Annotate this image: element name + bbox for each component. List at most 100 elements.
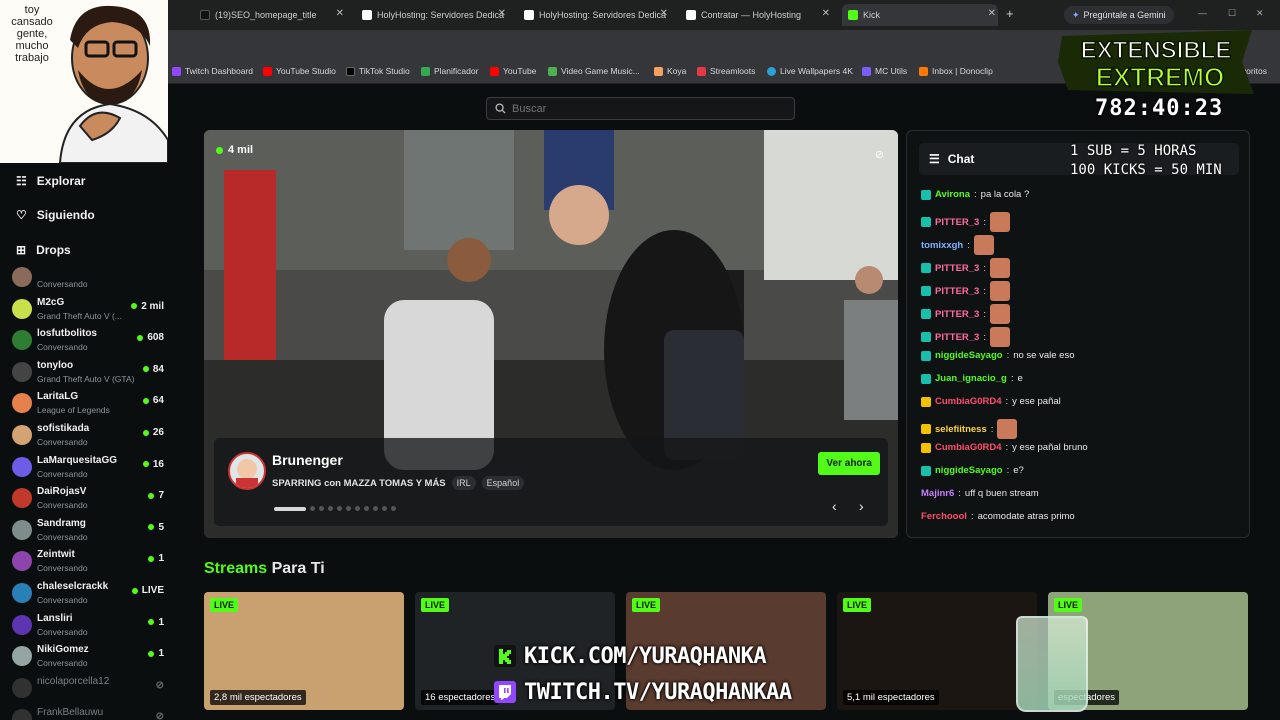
chat-username[interactable]: PITTER_3 (935, 263, 979, 274)
browser-tab-holyhosting-1[interactable]: HolyHosting: Servidores Dedica ✕ (356, 4, 508, 26)
browser-tab-seo[interactable]: (19)SEO_homepage_title ✕ (194, 4, 346, 26)
minimize-icon[interactable]: — (1198, 8, 1207, 18)
bookmark-koya[interactable]: Koya (654, 66, 686, 76)
bookmark-tiktok-studio[interactable]: TikTok Studio (346, 66, 410, 76)
chat-username[interactable]: PITTER_3 (935, 286, 979, 297)
channel-category: Conversando (37, 658, 88, 669)
chat-username[interactable]: Ferchoool (921, 511, 967, 522)
bookmark-label: TikTok Studio (359, 66, 410, 76)
new-tab-button[interactable]: + (1006, 6, 1014, 21)
following-item[interactable]: NikiGomez Conversando 1 (10, 641, 166, 671)
chat-username[interactable]: Majinr6 (921, 488, 954, 499)
chat-username[interactable]: niggideSayago (935, 465, 1003, 476)
carousel-dot[interactable] (391, 506, 396, 511)
gemini-button[interactable]: ✦ Pregúntale a Gemini (1064, 6, 1174, 24)
bookmark-mc-utils[interactable]: MC Utils (862, 66, 907, 76)
chevron-left-icon[interactable]: ‹ (832, 498, 837, 514)
following-item[interactable]: tonyloo Grand Theft Auto V (GTA) 84 (10, 357, 166, 387)
collapse-icon[interactable]: ☰ (929, 152, 940, 166)
chat-username[interactable]: CumbiaG0RD4 (935, 396, 1002, 407)
following-item[interactable]: sofistikada Conversando 26 (10, 420, 166, 450)
search-input[interactable] (512, 102, 772, 115)
browser-tab-holyhosting-2[interactable]: HolyHosting: Servidores Dedica ✕ (518, 4, 670, 26)
avatar (12, 614, 32, 635)
mute-icon[interactable]: ⊘ (875, 148, 884, 161)
chat-panel: ☰ Chat Avirona: pa la cola ? PITTER_3: tomi… (906, 130, 1250, 538)
bookmark-youtube-studio[interactable]: YouTube Studio (263, 66, 336, 76)
following-item[interactable]: Zeintwit Conversando 1 (10, 546, 166, 576)
featured-stream[interactable]: 4 mil ⊘ Brunenger SPARRING con MAZZA TOM… (204, 130, 898, 538)
search-bar[interactable] (486, 97, 795, 120)
carousel-dot[interactable] (337, 506, 342, 511)
channel-name: Sandramg (37, 517, 86, 529)
close-icon[interactable]: ✕ (498, 8, 506, 19)
chat-separator: : (958, 488, 961, 499)
following-item[interactable]: LaritaLG League of Legends 64 (10, 388, 166, 418)
bookmark-video-game-music[interactable]: Video Game Music... (548, 66, 640, 76)
chat-username[interactable]: CumbiaG0RD4 (935, 442, 1002, 453)
bookmark-donoclip[interactable]: Inbox | Donoclip (919, 66, 993, 76)
following-item[interactable]: FrankBellauwu ⊘ (10, 704, 166, 720)
bookmark-live-wallpapers[interactable]: Live Wallpapers 4K (767, 66, 853, 76)
tag-language[interactable]: Español (481, 476, 525, 490)
chat-username[interactable]: PITTER_3 (935, 217, 979, 228)
gemini-label: Pregúntale a Gemini (1083, 10, 1166, 20)
close-window-icon[interactable]: ✕ (1256, 8, 1264, 19)
channel-avatar[interactable] (228, 452, 266, 490)
following-item[interactable]: Sandramg Conversando 5 (10, 515, 166, 545)
maximize-icon[interactable]: ☐ (1228, 8, 1236, 19)
chat-username[interactable]: Avirona (935, 189, 970, 200)
channel-name: losfutbolitos (37, 328, 97, 340)
chat-username[interactable]: PITTER_3 (935, 309, 979, 320)
following-item[interactable]: chaleselcrackk Conversando LIVE (10, 578, 166, 608)
carousel-dot[interactable] (319, 506, 324, 511)
stream-viewers: 16 espectadores (421, 690, 500, 705)
bookmark-streamloots[interactable]: Streamloots (697, 66, 755, 76)
following-item[interactable]: Conversando (10, 262, 166, 292)
following-item[interactable]: losfutbolitos Conversando 608 (10, 325, 166, 355)
carousel-dot[interactable] (373, 506, 378, 511)
following-item[interactable]: Lansliri Conversando 1 (10, 610, 166, 640)
carousel-dot[interactable] (346, 506, 351, 511)
sidebar-item-siguiendo[interactable]: ♡ Siguiendo (16, 208, 95, 222)
tag-irl[interactable]: IRL (451, 476, 476, 490)
carousel-dot[interactable] (310, 506, 315, 511)
carousel-dot[interactable] (364, 506, 369, 511)
sidebar-item-explorar[interactable]: ☷ Explorar (16, 174, 85, 188)
stream-card[interactable]: LIVE 5,1 mil espectadores (837, 592, 1037, 710)
following-item[interactable]: nicolaporcella12 ⊘ (10, 673, 166, 703)
close-icon[interactable]: ✕ (988, 8, 996, 19)
browser-tab-contratar[interactable]: Contratar — HolyHosting ✕ (680, 4, 832, 26)
close-icon[interactable]: ✕ (660, 8, 668, 19)
browser-tab-kick[interactable]: Kick ✕ (842, 4, 998, 26)
chat-username[interactable]: Juan_ignacio_g (935, 373, 1007, 384)
chevron-right-icon[interactable]: › (859, 498, 864, 514)
carousel-dot[interactable] (355, 506, 360, 511)
chat-separator: : (983, 331, 986, 343)
viewer-count-label: 1 (158, 553, 164, 565)
sidebar-item-drops[interactable]: ⊞ Drops (16, 243, 71, 257)
drops-icon: ⊞ (16, 243, 27, 257)
bookmark-planificador[interactable]: Planificador (421, 66, 478, 76)
following-item[interactable]: M2cG Grand Theft Auto V (... 2 mil (10, 294, 166, 324)
following-item[interactable]: DaiRojasV Conversando 7 (10, 483, 166, 513)
carousel-dot[interactable] (382, 506, 387, 511)
watch-now-button[interactable]: Ver ahora (818, 452, 880, 475)
viewer-count-label: 1 (158, 648, 164, 660)
carousel-dot[interactable] (328, 506, 333, 511)
channel-name[interactable]: Brunenger (272, 452, 343, 468)
carousel-indicator[interactable] (274, 506, 396, 511)
chat-username[interactable]: niggideSayago (935, 350, 1003, 361)
chat-username[interactable]: selefiitness (935, 424, 987, 435)
bookmark-twitch-dashboard[interactable]: Twitch Dashboard (172, 66, 253, 76)
following-item[interactable]: LaMarquesitaGG Conversando 16 (10, 452, 166, 482)
close-icon[interactable]: ✕ (336, 8, 344, 19)
stream-card[interactable]: LIVE 2,8 mil espectadores (204, 592, 404, 710)
bookmark-youtube[interactable]: YouTube (490, 66, 536, 76)
chat-username[interactable]: PITTER_3 (935, 332, 979, 343)
search-icon (495, 103, 506, 114)
carousel-dot[interactable] (274, 506, 306, 511)
chat-username[interactable]: tomixxgh (921, 240, 963, 251)
viewer-count-label: 26 (152, 427, 164, 438)
close-icon[interactable]: ✕ (822, 8, 830, 19)
